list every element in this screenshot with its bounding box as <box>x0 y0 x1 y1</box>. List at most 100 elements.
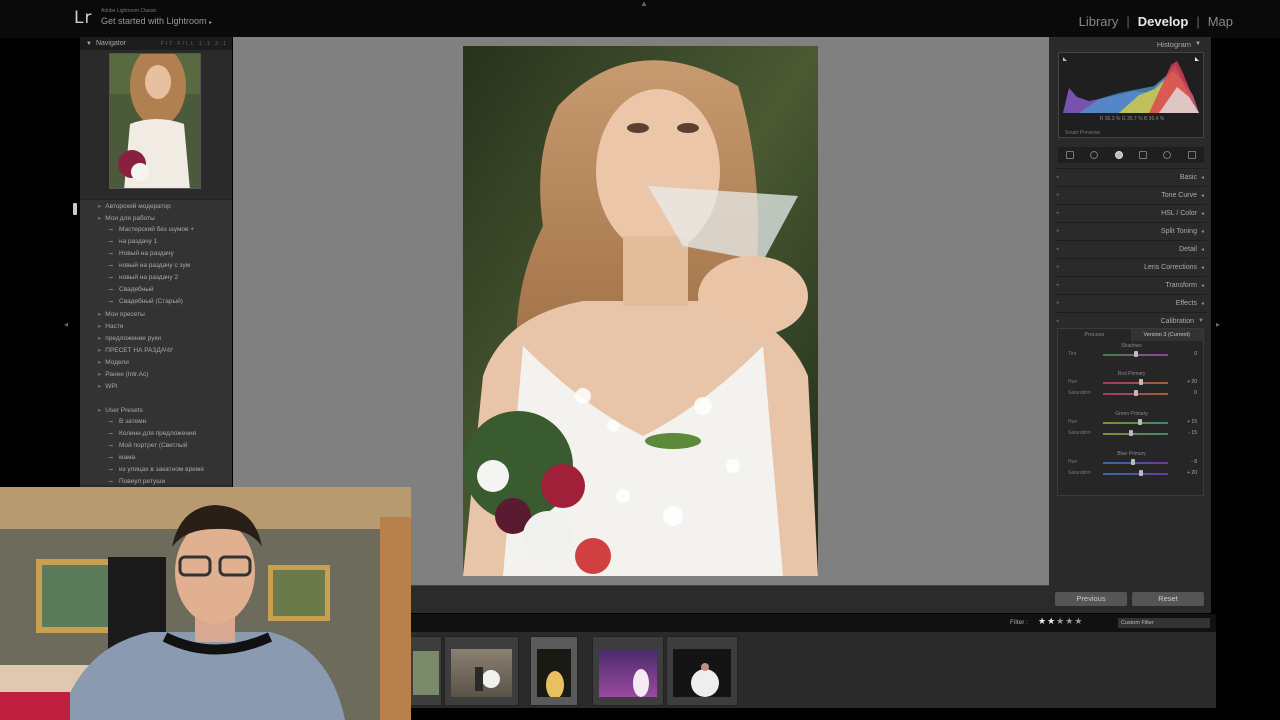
collapse-triangle-icon[interactable]: ◂ <box>1201 228 1204 235</box>
filmstrip-thumbnail-selected[interactable] <box>530 636 578 706</box>
preset-folder[interactable]: ▸ Мои для работы <box>98 214 155 222</box>
slider-knob[interactable] <box>1130 459 1135 465</box>
rating-star-icon[interactable]: ★ <box>1065 616 1074 626</box>
histogram-header[interactable]: Histogram ▼ <box>1049 37 1211 51</box>
slider-knob[interactable] <box>1133 390 1138 396</box>
smart-previews-label[interactable]: Smart Previews <box>1065 130 1100 136</box>
preset-item[interactable]: Мой портрет (Светлый <box>109 442 188 449</box>
slider-knob[interactable] <box>1128 430 1133 436</box>
collapse-triangle-icon[interactable]: ◂ <box>1201 192 1204 199</box>
module-develop[interactable]: Develop <box>1138 14 1189 29</box>
preset-item[interactable]: Повеул ретуши <box>108 478 165 485</box>
slider-value[interactable]: - 8 <box>1191 459 1197 465</box>
preset-folder[interactable]: ▸ Настя <box>98 322 123 330</box>
preset-folder[interactable]: ▸ предложение руки <box>98 334 161 342</box>
collapse-triangle-icon[interactable]: ◂ <box>1201 210 1204 217</box>
navigator-preview[interactable] <box>109 53 201 189</box>
collapse-triangle-icon[interactable]: ▼ <box>86 41 92 47</box>
calibration-slider[interactable]: Saturation - 15 <box>1058 428 1205 439</box>
rating-star-icon[interactable]: ★ <box>1047 616 1056 626</box>
rating-star-icon[interactable]: ★ <box>1074 616 1083 626</box>
preset-folder[interactable]: ▸ User Presets <box>98 406 143 414</box>
folder-expand-icon[interactable]: ▸ <box>98 383 101 390</box>
previous-button[interactable]: Previous <box>1055 592 1127 606</box>
section-switch-icon[interactable]: ◂ <box>1056 264 1059 270</box>
filmstrip-thumbnail[interactable] <box>444 636 519 706</box>
section-switch-icon[interactable]: ◂ <box>1056 192 1059 198</box>
top-panel-toggle-icon[interactable]: ▲ <box>640 0 648 8</box>
slider-track[interactable] <box>1103 473 1168 475</box>
folder-expand-icon[interactable]: ▸ <box>98 407 101 414</box>
calibration-slider[interactable]: Saturation + 20 <box>1058 468 1205 479</box>
collapse-triangle-icon[interactable]: ▼ <box>1198 318 1204 324</box>
adjustment-brush-icon[interactable] <box>1187 151 1196 159</box>
slider-knob[interactable] <box>1133 351 1138 357</box>
radial-filter-icon[interactable] <box>1163 151 1172 159</box>
section-switch-icon[interactable]: ◂ <box>1056 282 1059 288</box>
graduated-filter-icon[interactable] <box>1139 151 1148 159</box>
slider-knob[interactable] <box>1138 470 1143 476</box>
section-switch-icon[interactable]: ◂ <box>1056 300 1059 306</box>
calibration-slider[interactable]: Hue - 8 <box>1058 457 1205 468</box>
slider-knob[interactable] <box>1138 379 1143 385</box>
preset-item[interactable]: мама <box>108 454 135 461</box>
slider-value[interactable]: 0 <box>1194 351 1197 357</box>
module-library[interactable]: Library <box>1079 14 1119 29</box>
navigator-zoom-options[interactable]: FIT FILL 1:1 3:1 <box>161 41 228 47</box>
calibration-slider[interactable]: Hue + 20 <box>1058 377 1205 388</box>
right-panel-toggle-icon[interactable]: ▸ <box>1216 320 1220 329</box>
section-switch-icon[interactable]: ◂ <box>1056 228 1059 234</box>
collapse-triangle-icon[interactable]: ◂ <box>1201 300 1204 307</box>
slider-track[interactable] <box>1103 433 1168 435</box>
rating-star-icon[interactable]: ★ <box>1056 616 1065 626</box>
folder-expand-icon[interactable]: ▸ <box>98 371 101 378</box>
panel-section-basic[interactable]: ◂ Basic ◂ <box>1054 168 1206 185</box>
panel-section-split-toning[interactable]: ◂ Split Toning ◂ <box>1054 222 1206 239</box>
slider-track[interactable] <box>1103 462 1168 464</box>
collapse-triangle-icon[interactable]: ▼ <box>1195 41 1201 47</box>
panel-section-hsl-color[interactable]: ◂ HSL / Color ◂ <box>1054 204 1206 221</box>
preset-folder[interactable]: ▸ Ранее (Intr.Ac) <box>98 370 148 378</box>
preset-folder[interactable]: ▸ WPI <box>98 382 118 390</box>
collapse-triangle-icon[interactable]: ◂ <box>1201 264 1204 271</box>
collapse-triangle-icon[interactable]: ◂ <box>1201 282 1204 289</box>
preset-folder[interactable]: ▸ ПРЕСЕТ НА РАЗДАЧУ <box>98 346 173 354</box>
filter-rating[interactable]: ★★★★★ <box>1038 616 1083 627</box>
reset-button[interactable]: Reset <box>1132 592 1204 606</box>
crop-tool-icon[interactable] <box>1066 151 1075 159</box>
slider-track[interactable] <box>1103 422 1168 424</box>
section-switch-icon[interactable]: ◂ <box>1056 246 1059 252</box>
main-photo[interactable] <box>463 46 818 576</box>
filmstrip-thumbnail[interactable] <box>592 636 664 706</box>
process-version-select[interactable]: Version 3 (Current) <box>1130 329 1203 341</box>
folder-expand-icon[interactable]: ▸ <box>98 323 101 330</box>
folder-expand-icon[interactable]: ▸ <box>98 359 101 366</box>
catalog-dropdown-icon[interactable]: ▸ <box>209 20 212 26</box>
preset-folder[interactable]: ▸ Мои пресеты <box>98 310 145 318</box>
folder-expand-icon[interactable]: ▸ <box>98 335 101 342</box>
folder-expand-icon[interactable]: ▸ <box>98 311 101 318</box>
preset-item[interactable]: новый на раздачу с зум <box>108 262 190 269</box>
folder-expand-icon[interactable]: ▸ <box>98 347 101 354</box>
navigator-header[interactable]: ▼ Navigator FIT FILL 1:1 3:1 <box>80 37 232 50</box>
preset-item[interactable]: Свадебный <box>109 286 154 293</box>
folder-expand-icon[interactable]: ▸ <box>98 203 101 210</box>
calibration-slider[interactable]: Tint 0 <box>1058 349 1205 360</box>
preset-item[interactable]: Свадебный (Старый) <box>109 298 183 305</box>
collapse-triangle-icon[interactable]: ◂ <box>1201 246 1204 253</box>
preset-item[interactable]: В затемн <box>108 418 146 425</box>
slider-knob[interactable] <box>1138 419 1143 425</box>
preset-folder[interactable]: ▸ Модели <box>98 358 129 366</box>
preset-folder[interactable]: ▸ Авторский модератор <box>98 202 171 210</box>
slider-value[interactable]: + 20 <box>1187 470 1197 476</box>
filmstrip-thumbnail[interactable] <box>410 636 442 706</box>
left-panel-scrollbar[interactable] <box>73 203 77 215</box>
module-map[interactable]: Map <box>1208 14 1233 29</box>
panel-section-tone-curve[interactable]: ◂ Tone Curve ◂ <box>1054 186 1206 203</box>
preset-item[interactable]: на раздачу 1 <box>108 238 157 245</box>
custom-filter-select[interactable]: Custom Filter <box>1118 618 1210 628</box>
panel-section-lens-corrections[interactable]: ◂ Lens Corrections ◂ <box>1054 258 1206 275</box>
rating-star-icon[interactable]: ★ <box>1038 616 1047 626</box>
collapse-triangle-icon[interactable]: ◂ <box>1201 174 1204 181</box>
preset-item[interactable]: Мастерский без шумов + <box>108 226 194 233</box>
